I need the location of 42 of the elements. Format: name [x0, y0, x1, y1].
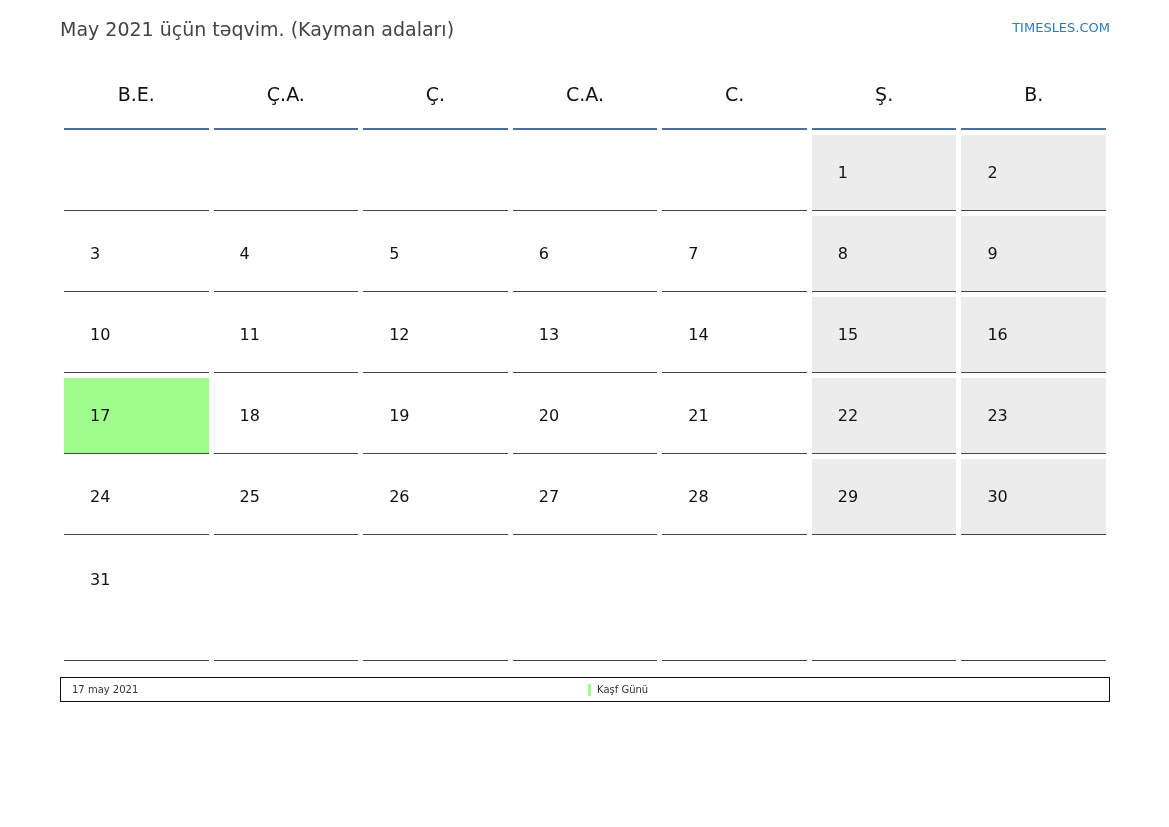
day-number: 26: [388, 487, 410, 506]
day-number: 25: [238, 487, 260, 506]
day-number: 13: [537, 325, 560, 344]
weekday-header: C.: [662, 60, 807, 130]
day-number: 16: [986, 325, 1008, 344]
weekday-header: Ç.: [363, 60, 508, 130]
day-number: 9: [986, 244, 998, 263]
day-number: 10: [89, 325, 111, 344]
day-number: 30: [986, 487, 1008, 506]
day-number: 14: [687, 325, 709, 344]
weekday-header: B.E.: [64, 60, 209, 130]
day-number: 21: [687, 406, 709, 425]
day-number: 20: [537, 406, 560, 425]
day-number: 19: [388, 406, 410, 425]
site-link[interactable]: TIMESLES.COM: [1012, 19, 1110, 35]
day-number: 29: [836, 487, 859, 506]
day-number: 11: [238, 325, 260, 344]
weekday-header: Ç.A.: [213, 60, 359, 130]
weekday-header: C.A.: [512, 60, 658, 130]
day-number: 3: [89, 244, 101, 263]
day-number: 1: [836, 163, 849, 182]
day-number: 6: [537, 244, 549, 263]
day-number: 27: [537, 487, 560, 506]
day-number: 2: [986, 163, 998, 182]
day-number: 18: [238, 406, 260, 425]
day-number: 7: [687, 244, 699, 263]
day-number: 4: [238, 244, 250, 263]
weekday-header: B.: [961, 60, 1106, 130]
day-number: 28: [687, 487, 709, 506]
day-number: 12: [388, 325, 410, 344]
day-number: 17: [89, 406, 111, 425]
calendar-title: May 2021 üçün təqvim. (Kayman adaları): [60, 18, 455, 40]
day-number: 31: [89, 570, 111, 589]
day-number: 15: [836, 325, 859, 344]
weekday-header: Ş.: [811, 60, 957, 130]
day-number: 8: [836, 244, 849, 263]
day-number: 22: [836, 406, 859, 425]
holiday-name: Kaşf Günü: [597, 684, 649, 695]
holiday-date: 17 may 2021: [72, 684, 140, 695]
day-number: 23: [986, 406, 1008, 425]
day-number: 5: [388, 244, 400, 263]
day-number: 24: [89, 487, 111, 506]
